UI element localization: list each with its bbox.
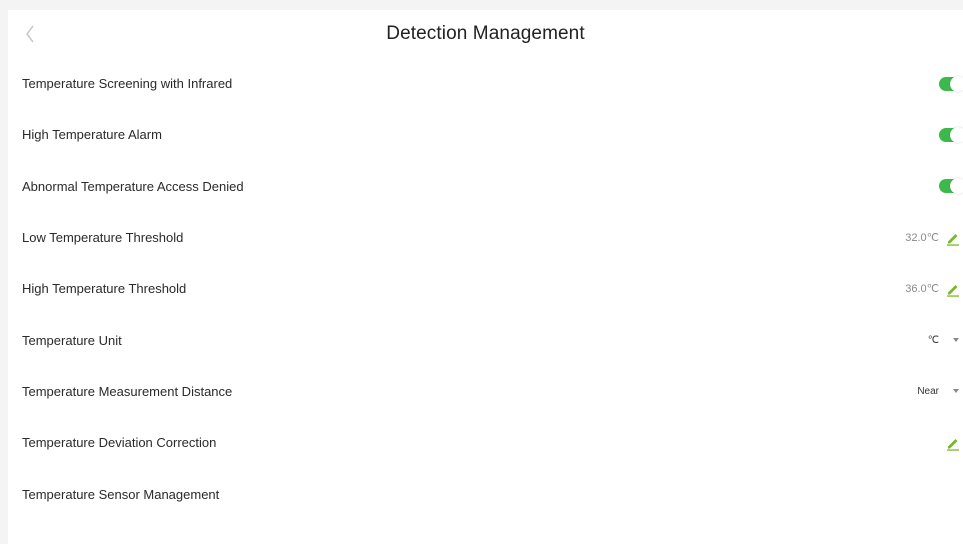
low-threshold-value: 32.0℃ [905, 232, 939, 245]
select-value: Near [917, 385, 939, 397]
setting-label: High Temperature Alarm [22, 127, 162, 143]
measurement-distance-select[interactable]: Near [917, 386, 959, 397]
setting-label: Temperature Measurement Distance [22, 383, 233, 399]
high-threshold-value: 36.0℃ [905, 283, 939, 296]
access-denied-toggle[interactable] [939, 178, 963, 195]
pencil-icon[interactable] [945, 230, 961, 246]
toggle-knob [950, 126, 963, 143]
setting-label: Temperature Deviation Correction [22, 435, 217, 451]
setting-row-high-temp-alarm: High Temperature Alarm [8, 109, 963, 160]
temperature-unit-select[interactable]: ℃ [928, 335, 959, 346]
setting-label: Low Temperature Threshold [22, 230, 184, 246]
caret-down-icon [953, 338, 959, 343]
page-title: Detection Management [386, 23, 585, 44]
setting-row-infrared-screening: Temperature Screening with Infrared [8, 58, 963, 109]
header: Detection Management [8, 10, 963, 58]
detection-management-screen: Detection Management Temperature Screeni… [8, 10, 963, 544]
back-button[interactable] [18, 20, 42, 48]
setting-row-low-threshold[interactable]: Low Temperature Threshold 32.0℃ [8, 212, 963, 263]
setting-label: Temperature Sensor Management [22, 486, 220, 502]
setting-row-sensor-management[interactable]: Temperature Sensor Management [8, 468, 963, 519]
toggle-knob [950, 75, 963, 92]
setting-row-deviation-correction[interactable]: Temperature Deviation Correction [8, 417, 963, 468]
setting-row-access-denied: Abnormal Temperature Access Denied [8, 161, 963, 212]
select-value: ℃ [927, 334, 939, 346]
caret-down-icon [953, 389, 959, 394]
high-temp-alarm-toggle[interactable] [939, 126, 963, 143]
toggle-knob [950, 178, 963, 195]
setting-row-measurement-distance: Temperature Measurement Distance Near [8, 366, 963, 417]
setting-row-high-threshold[interactable]: High Temperature Threshold 36.0℃ [8, 263, 963, 314]
pencil-icon[interactable] [945, 435, 961, 451]
chevron-left-icon [26, 25, 34, 43]
setting-label: Temperature Screening with Infrared [22, 76, 233, 92]
pencil-icon[interactable] [945, 281, 961, 297]
setting-label: High Temperature Threshold [22, 281, 187, 297]
settings-list: Temperature Screening with Infrared High… [8, 58, 963, 520]
infrared-screening-toggle[interactable] [939, 75, 963, 92]
setting-label: Abnormal Temperature Access Denied [22, 178, 244, 194]
setting-label: Temperature Unit [22, 332, 122, 348]
setting-row-temperature-unit: Temperature Unit ℃ [8, 314, 963, 365]
